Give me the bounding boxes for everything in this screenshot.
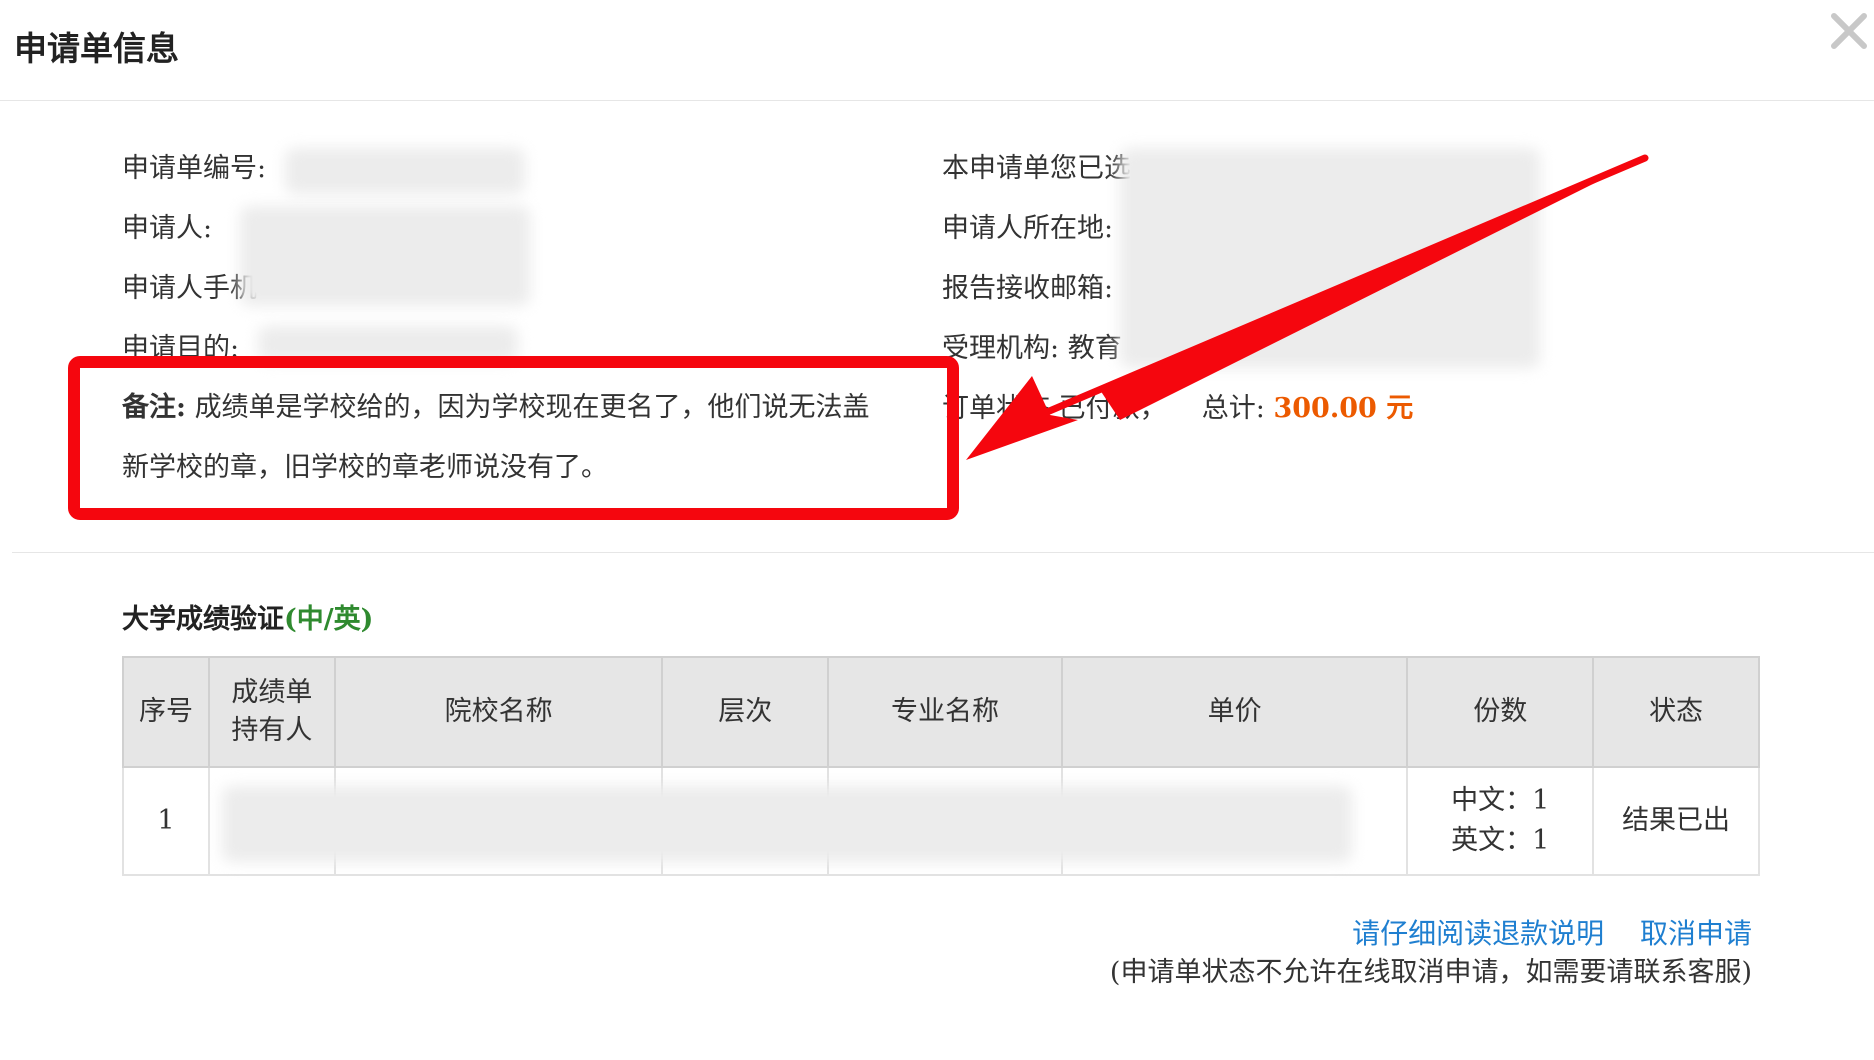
section-title: 大学成绩验证(中/英) (122, 597, 373, 636)
refund-policy-link[interactable]: 请仔细阅读退款说明 (1352, 917, 1604, 950)
selected-service-field: 本申请单您已选 (942, 146, 1131, 185)
applicant-field: 申请人: (122, 206, 212, 245)
dialog-title: 申请单信息 (14, 29, 179, 68)
cancel-note: (申请单状态不允许在线取消申请，如需要请联系客服) (1109, 957, 1752, 988)
table-header: 序号 (122, 656, 210, 768)
row-status: 结果已出 (1592, 766, 1760, 876)
row-index: 1 (122, 766, 210, 876)
section-title-text: 大学成绩验证 (122, 604, 284, 635)
applicant-location-label: 申请人所在地: (942, 213, 1114, 244)
table-header: 专业名称 (827, 656, 1063, 768)
table-header: 份数 (1406, 656, 1595, 768)
table-header: 院校名称 (333, 656, 664, 768)
table-header: 状态 (1592, 656, 1760, 768)
table-header: 层次 (661, 656, 830, 768)
close-icon[interactable] (1830, 12, 1868, 50)
redaction-blur (285, 148, 525, 194)
applicant-phone-label: 申请人手机 (122, 273, 257, 304)
application-number-label: 申请单编号: (122, 153, 267, 184)
table-header: 成绩单持有人 (207, 656, 336, 768)
order-status-field: 订单状态 已付款， 总计: 300.00 元 (942, 386, 1413, 425)
table-header-row: 序号 成绩单持有人 院校名称 层次 专业名称 单价 份数 状态 (122, 656, 1760, 768)
processing-agency-field: 受理机构: 教育 (942, 326, 1122, 365)
redaction-blur (240, 206, 530, 306)
header-divider (0, 100, 1874, 101)
arrow-annotation-icon (966, 154, 1649, 460)
highlight-box (68, 356, 959, 520)
cancel-application-link[interactable]: 取消申请 (1640, 917, 1752, 950)
processing-agency-label: 受理机构: (942, 333, 1060, 364)
action-links: 请仔细阅读退款说明 取消申请 (1352, 912, 1752, 952)
applicant-location-field: 申请人所在地: (942, 206, 1113, 245)
copies-chinese: 中文：1 (1451, 785, 1550, 816)
applicant-label: 申请人: (122, 213, 213, 244)
selected-service-label: 本申请单您已选 (942, 153, 1131, 184)
section-subtitle: (中/英) (284, 604, 374, 635)
processing-agency-value: 教育 (1067, 333, 1122, 364)
table-header: 单价 (1060, 656, 1409, 768)
report-email-field: 报告接收邮箱: (942, 266, 1113, 305)
redaction-blur (222, 786, 1352, 862)
copies-english: 英文：1 (1451, 825, 1550, 856)
total-amount: 300.00 元 (1273, 393, 1414, 424)
applicant-phone-field: 申请人手机 (122, 266, 257, 305)
redaction-blur (1120, 148, 1540, 368)
application-number-field: 申请单编号: (122, 146, 266, 185)
report-email-label: 报告接收邮箱: (942, 273, 1114, 304)
order-status-value: 已付款， (1058, 393, 1167, 424)
section-divider (12, 552, 1874, 553)
row-copies: 中文：1 英文：1 (1406, 766, 1595, 876)
total-label: 总计: (1201, 393, 1265, 424)
